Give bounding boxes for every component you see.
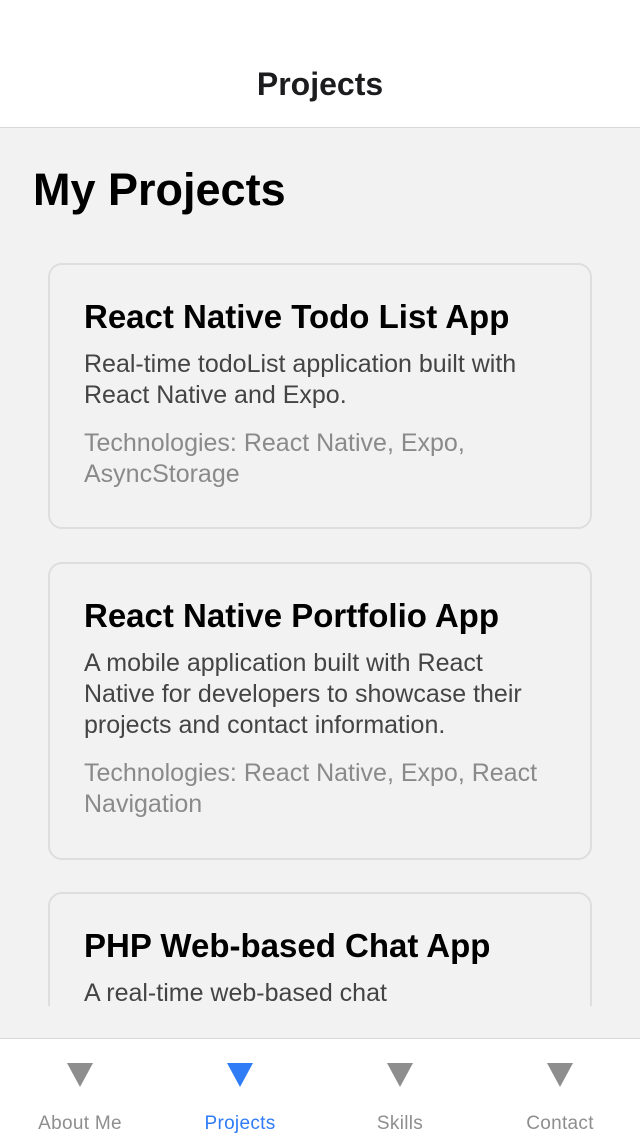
project-title: React Native Portfolio App: [84, 597, 499, 634]
tab-projects[interactable]: Projects: [160, 1039, 320, 1136]
triangle-down-icon: [67, 1063, 93, 1087]
bottom-tab-bar: About Me Projects Skills Contact: [0, 1038, 640, 1136]
project-description: Real-time todoList application built wit…: [84, 350, 517, 409]
page-title: Projects: [256, 66, 384, 102]
tab-label: Projects: [204, 1113, 276, 1134]
project-description: A real-time web-based chat: [84, 979, 387, 1006]
tab-about-me[interactable]: About Me: [0, 1039, 160, 1136]
app-screen: Projects My Projects React Native Todo L…: [0, 0, 640, 1136]
tab-skills[interactable]: Skills: [320, 1039, 480, 1136]
project-technologies: Technologies: React Native, Expo, React …: [84, 759, 538, 818]
project-card-portfolio: React Native Portfolio App A mobile appl…: [48, 562, 592, 860]
tab-contact[interactable]: Contact: [480, 1039, 640, 1136]
section-heading: My Projects: [33, 164, 286, 215]
triangle-down-icon: [547, 1063, 573, 1087]
tab-label: Contact: [526, 1113, 594, 1134]
project-technologies: Technologies: React Native, Expo, AsyncS…: [84, 429, 465, 488]
project-title: React Native Todo List App: [84, 298, 510, 335]
project-card-chat: PHP Web-based Chat App A real-time web-b…: [48, 892, 592, 1006]
tab-label: Skills: [376, 1113, 424, 1134]
project-card-todo: React Native Todo List App Real-time tod…: [48, 263, 592, 529]
triangle-down-icon: [387, 1063, 413, 1087]
project-description: A mobile application built with React Na…: [84, 649, 522, 739]
projects-scroll-view[interactable]: My Projects React Native Todo List App R…: [0, 128, 640, 1006]
tab-label: About Me: [38, 1113, 122, 1134]
triangle-down-icon: [227, 1063, 253, 1087]
navigation-header: Projects: [0, 0, 640, 128]
project-title: PHP Web-based Chat App: [84, 927, 491, 964]
